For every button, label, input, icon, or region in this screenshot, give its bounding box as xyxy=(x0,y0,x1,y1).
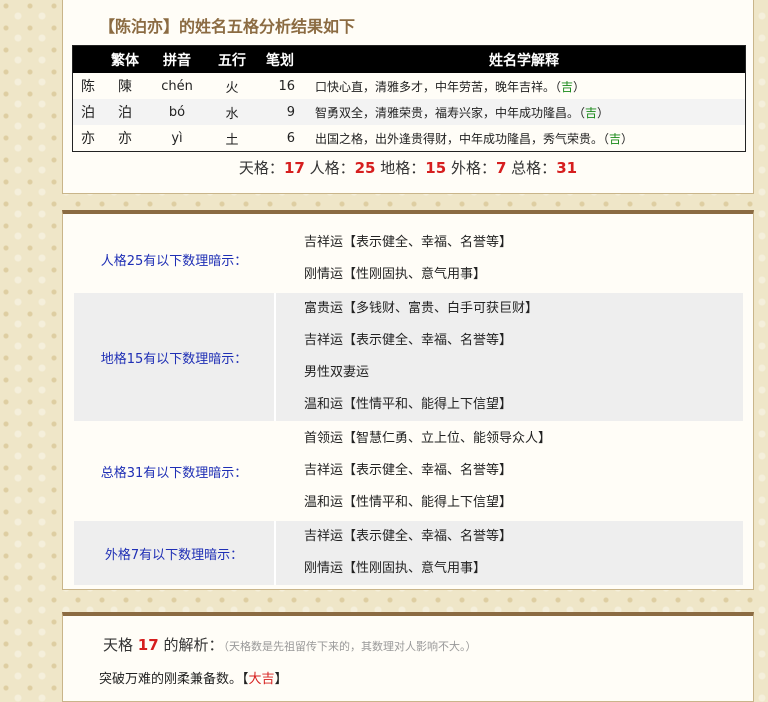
hint-item: 刚情运【性刚固执、意气用事】 xyxy=(304,267,487,282)
hint-item: 温和运【性情平和、能得上下信望】 xyxy=(304,397,513,412)
hint-row-zongge: 总格31有以下数理暗示： 首领运【智慧仁勇、立上位、能领导众人】 吉祥运【表示健… xyxy=(74,423,743,519)
hint-row-dige: 地格15有以下数理暗示： 富贵运【多钱财、富贵、白手可获巨财】 吉祥运【表示健全… xyxy=(74,293,743,421)
analysis-suffix: 的解析： xyxy=(163,636,224,654)
hint-item: 首领运【智慧仁勇、立上位、能领导众人】 xyxy=(304,431,552,446)
luck-tag: 吉 xyxy=(561,79,574,94)
waige-value: 7 xyxy=(495,159,507,177)
divider xyxy=(274,293,276,421)
col-traditional: 繁体 xyxy=(103,45,147,73)
renge-value: 25 xyxy=(354,159,376,177)
table-row: 陈 陳 chén 火 16 口快心直，清雅多才，中年劳苦，晚年吉祥。（吉） xyxy=(73,73,746,99)
hint-item: 男性双妻运 xyxy=(304,365,370,380)
hint-item: 吉祥运【表示健全、幸福、名誉等】 xyxy=(304,235,513,250)
meaning: 智勇双全，清雅荣贵，福寿兴家，中年成功隆昌。（吉） xyxy=(303,99,746,125)
meaning-text: 智勇双全，清雅荣贵，福寿兴家，中年成功隆昌。 xyxy=(315,105,580,120)
divider xyxy=(274,521,276,585)
table-header-row: 繁体 拼音 五行 笔划 姓名学解释 xyxy=(72,45,746,73)
col-simplified xyxy=(72,45,103,73)
simplified-char: 陈 xyxy=(81,79,95,95)
table-row: 亦 亦 yì 土 6 出国之格，出外逢贵得财，中年成功隆昌，秀气荣贵。（吉） xyxy=(73,125,746,152)
strokes: 16 xyxy=(278,78,295,94)
col-strokes: 笔划 xyxy=(257,45,303,73)
hint-item: 刚情运【性刚固执、意气用事】 xyxy=(304,561,487,576)
tiange-analysis-panel: 天格 17 的解析：（天格数是先祖留传下来的，其数理对人影响不大。） 突破万难的… xyxy=(62,612,754,702)
traditional-char: 泊 xyxy=(103,99,147,125)
hint-items: 富贵运【多钱财、富贵、白手可获巨财】 吉祥运【表示健全、幸福、名誉等】 男性双妻… xyxy=(304,293,538,421)
hint-item: 富贵运【多钱财、富贵、白手可获巨财】 xyxy=(304,301,539,316)
meaning-text: 出国之格，出外逢贵得财，中年成功隆昌，秀气荣贵。 xyxy=(315,131,604,146)
hint-item: 温和运【性情平和、能得上下信望】 xyxy=(304,495,513,510)
col-pinyin: 拼音 xyxy=(147,45,207,73)
meaning: 出国之格，出外逢贵得财，中年成功隆昌，秀气荣贵。（吉） xyxy=(315,131,634,146)
hint-item: 吉祥运【表示健全、幸福、名誉等】 xyxy=(304,529,513,544)
hint-items: 吉祥运【表示健全、幸福、名誉等】 刚情运【性刚固执、意气用事】 xyxy=(304,521,512,585)
wuge-summary: 天格：17 人格：25 地格：15 外格：7 总格：31 xyxy=(63,157,753,178)
renge-label: 人格： xyxy=(309,159,355,177)
numerology-hints-panel: 人格25有以下数理暗示： 吉祥运【表示健全、幸福、名誉等】 刚情运【性刚固执、意… xyxy=(62,210,754,590)
hint-label: 人格25有以下数理暗示： xyxy=(100,253,248,269)
traditional-char: 陳 xyxy=(118,79,132,95)
table-row: 泊 泊 bó 水 9 智勇双全，清雅荣贵，福寿兴家，中年成功隆昌。（吉） xyxy=(72,99,746,125)
col-meaning: 姓名学解释 xyxy=(303,45,746,73)
hint-label: 外格7有以下数理暗示： xyxy=(104,547,244,563)
analysis-body: 突破万难的刚柔兼备数。 xyxy=(99,672,243,687)
traditional-char: 亦 xyxy=(118,131,132,147)
pinyin: yì xyxy=(171,130,183,146)
zongge-label: 总格： xyxy=(511,159,557,177)
wuxing: 火 xyxy=(225,80,239,96)
pinyin: bó xyxy=(147,99,207,125)
name-table: 繁体 拼音 五行 笔划 姓名学解释 陈 陳 chén 火 16 口快心直，清雅多… xyxy=(72,45,746,152)
strokes: 6 xyxy=(286,130,295,146)
luck-tag: 吉 xyxy=(609,131,622,146)
wuxing: 水 xyxy=(207,99,257,125)
dige-value: 15 xyxy=(425,159,447,177)
hint-row-waige: 外格7有以下数理暗示： 吉祥运【表示健全、幸福、名誉等】 刚情运【性刚固执、意气… xyxy=(74,521,743,585)
name-analysis-panel: 【陈泊亦】的姓名五格分析结果如下 繁体 拼音 五行 笔划 姓名学解释 陈 陳 c… xyxy=(62,0,754,194)
meaning: 口快心直，清雅多才，中年劳苦，晚年吉祥。（吉） xyxy=(315,79,586,94)
strokes: 9 xyxy=(257,99,303,125)
wuxing: 土 xyxy=(225,132,239,148)
hint-item: 吉祥运【表示健全、幸福、名誉等】 xyxy=(304,463,513,478)
hint-label: 总格31有以下数理暗示： xyxy=(100,465,248,481)
hint-label: 地格15有以下数理暗示： xyxy=(100,351,248,367)
simplified-char: 亦 xyxy=(81,131,95,147)
zongge-value: 31 xyxy=(556,159,578,177)
hint-items: 首领运【智慧仁勇、立上位、能领导众人】 吉祥运【表示健全、幸福、名誉等】 温和运… xyxy=(304,423,551,519)
analysis-note: （天格数是先祖留传下来的，其数理对人影响不大。） xyxy=(223,640,477,653)
simplified-char: 泊 xyxy=(72,99,103,125)
analysis-text: 突破万难的刚柔兼备数。【大吉】 xyxy=(99,672,288,687)
pinyin: chén xyxy=(161,78,193,94)
analysis-prefix: 天格 xyxy=(103,636,134,654)
tiange-value: 17 xyxy=(283,159,305,177)
verdict: 大吉 xyxy=(248,672,275,687)
analysis-heading: 天格 17 的解析：（天格数是先祖留传下来的，其数理对人影响不大。） xyxy=(103,634,476,655)
hint-item: 吉祥运【表示健全、幸福、名誉等】 xyxy=(304,333,513,348)
hint-items: 吉祥运【表示健全、幸福、名誉等】 刚情运【性刚固执、意气用事】 xyxy=(304,227,512,291)
result-title: 【陈泊亦】的姓名五格分析结果如下 xyxy=(99,17,356,36)
analysis-number: 17 xyxy=(137,636,159,654)
meaning-text: 口快心直，清雅多才，中年劳苦，晚年吉祥。 xyxy=(315,79,556,94)
hint-row-renge: 人格25有以下数理暗示： 吉祥运【表示健全、幸福、名誉等】 刚情运【性刚固执、意… xyxy=(74,227,743,291)
waige-label: 外格： xyxy=(450,159,496,177)
tiange-label: 天格： xyxy=(238,159,284,177)
dige-label: 地格： xyxy=(380,159,426,177)
luck-tag: 吉 xyxy=(585,105,598,120)
col-wuxing: 五行 xyxy=(207,45,257,73)
